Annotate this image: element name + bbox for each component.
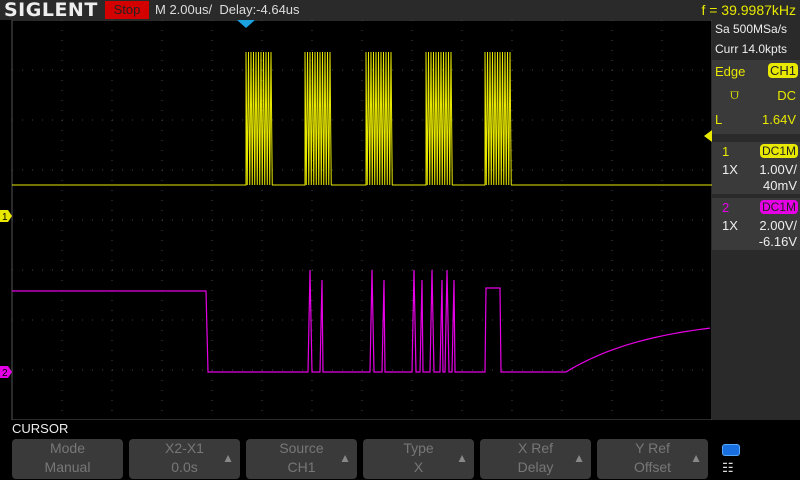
- softkey-x-ref[interactable]: X Ref Delay ▲: [480, 439, 591, 479]
- ch2-marker[interactable]: 2: [0, 366, 12, 379]
- brand-logo: SIGLENT: [4, 0, 98, 21]
- ch1-offset: 40mV: [763, 178, 797, 193]
- ch1-panel[interactable]: 1 DC1M 1X 1.00V/ 40mV: [712, 142, 800, 194]
- ch2-coupling: DC1M: [759, 200, 798, 214]
- arrow-up-icon: ▲: [222, 451, 234, 465]
- trigger-type: Edge: [715, 64, 746, 79]
- ch1-number: 1: [722, 144, 730, 159]
- top-bar: SIGLENT Stop M 2.00us/ Delay:-4.64us f =…: [0, 0, 800, 20]
- softkey-source[interactable]: Source CH1 ▲: [246, 439, 357, 479]
- trigger-position-marker[interactable]: [237, 20, 255, 28]
- ch2-number: 2: [722, 200, 730, 215]
- trigger-level-marker[interactable]: [704, 130, 712, 142]
- frequency-counter: f = 39.9987kHz: [701, 2, 796, 18]
- trigger-panel[interactable]: Edge CH1 ⩌ DC L 1.64V: [712, 60, 800, 134]
- trigger-level: 1.64V: [762, 112, 796, 127]
- memory-depth: Curr 14.0kpts: [715, 42, 788, 56]
- grid: [12, 20, 712, 420]
- softkey-mode[interactable]: Mode Manual: [12, 439, 123, 479]
- rising-edge-icon: ⩌: [730, 86, 740, 102]
- ch1-scale: 1.00V/: [759, 162, 797, 177]
- ch1-waveform: [12, 51, 712, 186]
- trigger-source: CH1: [767, 63, 798, 78]
- softkey-x2-x1[interactable]: X2-X1 0.0s ▲: [129, 439, 240, 479]
- softkey-label: Mode: [49, 440, 86, 456]
- ch2-probe: 1X: [722, 218, 738, 233]
- arrow-up-icon: ▲: [456, 451, 468, 465]
- ch2-panel[interactable]: 2 DC1M 1X 2.00V/ -6.16V: [712, 198, 800, 250]
- softkey-y-ref[interactable]: Y Ref Offset ▲: [597, 439, 708, 479]
- ch2-scale: 2.00V/: [759, 218, 797, 233]
- delay: Delay:-4.64us: [219, 2, 300, 17]
- svg-text:1: 1: [2, 212, 8, 223]
- timebase-info[interactable]: M 2.00us/ Delay:-4.64us: [155, 0, 300, 20]
- softkey-value: Manual: [44, 459, 91, 475]
- menu-title: CURSOR: [12, 421, 69, 436]
- sample-rate: Sa 500MSa/s: [715, 22, 788, 36]
- trigger-level-label: L: [715, 112, 723, 127]
- trigger-coupling: DC: [777, 88, 796, 103]
- softkey-type[interactable]: Type X ▲: [363, 439, 474, 479]
- usb-icon: [722, 444, 740, 456]
- svg-text:2: 2: [2, 368, 8, 379]
- arrow-up-icon: ▲: [690, 451, 702, 465]
- ch1-coupling: DC1M: [759, 144, 798, 158]
- ch1-probe: 1X: [722, 162, 738, 177]
- waveform-display[interactable]: 1 2: [0, 20, 712, 420]
- timebase: M 2.00us/: [155, 2, 213, 17]
- ch2-waveform: [12, 269, 711, 373]
- ch2-offset: -6.16V: [758, 234, 797, 249]
- network-icon: ☷: [722, 460, 734, 475]
- arrow-up-icon: ▲: [339, 451, 351, 465]
- ch1-marker[interactable]: 1: [0, 210, 12, 223]
- arrow-up-icon: ▲: [573, 451, 585, 465]
- run-stop-status[interactable]: Stop: [105, 1, 149, 19]
- side-panel: Sa 500MSa/s Curr 14.0kpts Edge CH1 ⩌ DC …: [712, 20, 800, 420]
